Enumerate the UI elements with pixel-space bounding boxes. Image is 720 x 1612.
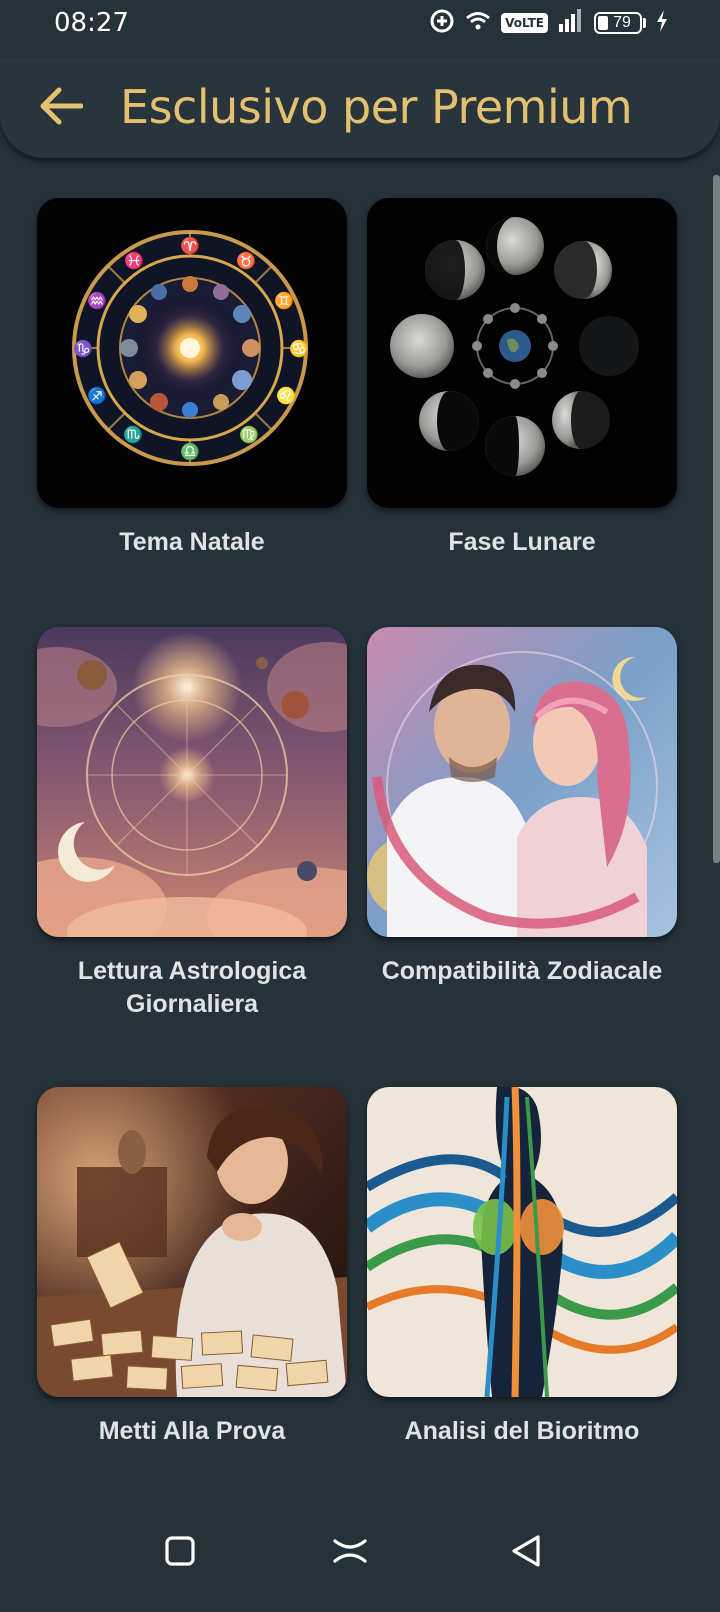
svg-text:♈: ♈ bbox=[180, 236, 200, 255]
card-label: Metti Alla Prova bbox=[98, 1417, 286, 1445]
signal-icon bbox=[558, 8, 584, 38]
back-button[interactable] bbox=[34, 82, 86, 134]
data-saver-icon bbox=[429, 8, 455, 39]
card-compatibilita-zodiacale[interactable]: Compatibilità Zodiacale bbox=[367, 627, 677, 988]
app-header: Esclusivo per Premium bbox=[0, 58, 720, 158]
svg-text:♏: ♏ bbox=[123, 425, 143, 444]
svg-text:♊: ♊ bbox=[274, 291, 294, 310]
card-tema-natale[interactable]: ♈ ♉ ♊ ♋ ♌ ♍ ♎ ♏ ♐ ♑ ♒ ♓ Tema Natale bbox=[37, 198, 347, 559]
navigation-bar bbox=[0, 1520, 720, 1612]
arrow-left-icon bbox=[37, 86, 84, 131]
card-label: Tema Natale bbox=[119, 528, 265, 556]
scrollbar[interactable] bbox=[713, 175, 720, 863]
svg-text:♍: ♍ bbox=[239, 425, 259, 444]
zodiac-wheel-image: ♈ ♉ ♊ ♋ ♌ ♍ ♎ ♏ ♐ ♑ ♒ ♓ bbox=[37, 198, 347, 508]
svg-text:♒: ♒ bbox=[87, 291, 107, 310]
double-chevron-icon bbox=[333, 1537, 367, 1570]
svg-text:♉: ♉ bbox=[236, 251, 256, 270]
svg-text:♌: ♌ bbox=[276, 386, 296, 405]
svg-text:♎: ♎ bbox=[180, 442, 200, 461]
card-label: Fase Lunare bbox=[448, 528, 596, 556]
square-icon bbox=[165, 1535, 195, 1571]
status-time: 08:27 bbox=[54, 8, 129, 38]
cosmic-zodiac-clouds-image bbox=[37, 627, 347, 937]
svg-text:♐: ♐ bbox=[87, 386, 107, 405]
triangle-back-icon bbox=[510, 1534, 542, 1573]
nav-back-button[interactable] bbox=[496, 1528, 556, 1578]
battery-icon: 79 bbox=[594, 12, 646, 34]
biorhythm-figure-image bbox=[367, 1087, 677, 1397]
card-metti-alla-prova[interactable]: Metti Alla Prova bbox=[37, 1087, 347, 1448]
couple-romance-image bbox=[367, 627, 677, 937]
nav-home-button[interactable] bbox=[150, 1528, 210, 1578]
wifi-icon bbox=[465, 10, 491, 37]
charging-icon bbox=[656, 9, 668, 37]
page-title: Esclusivo per Premium bbox=[120, 80, 633, 134]
card-fase-lunare[interactable]: Fase Lunare bbox=[367, 198, 677, 559]
card-lettura-astrologica[interactable]: Lettura Astrologica Giornaliera bbox=[37, 627, 347, 1021]
status-bar: 08:27 VoLTE 79 bbox=[0, 0, 720, 48]
svg-text:♋: ♋ bbox=[289, 339, 309, 358]
card-label: Analisi del Bioritmo bbox=[404, 1417, 640, 1445]
volte-badge: VoLTE bbox=[501, 13, 548, 33]
nav-recents-button[interactable] bbox=[320, 1528, 380, 1578]
card-analisi-bioritmo[interactable]: Analisi del Bioritmo bbox=[367, 1087, 677, 1448]
status-icons: VoLTE 79 bbox=[429, 8, 668, 38]
card-label: Compatibilità Zodiacale bbox=[381, 957, 663, 985]
tarot-reader-image bbox=[37, 1087, 347, 1397]
svg-text:♑: ♑ bbox=[73, 339, 93, 358]
moon-phases-image bbox=[367, 198, 677, 508]
battery-level: 79 bbox=[613, 14, 631, 31]
svg-text:♓: ♓ bbox=[124, 251, 144, 270]
card-label: Lettura Astrologica Giornaliera bbox=[77, 957, 307, 1018]
